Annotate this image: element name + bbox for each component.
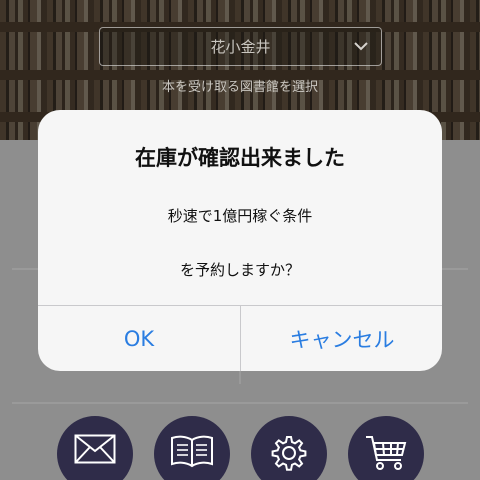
mail-icon [74, 434, 116, 464]
divider [12, 402, 468, 404]
ok-button[interactable]: OK [38, 306, 240, 371]
divider [239, 370, 241, 384]
alert-message-line1: 秒速で1億円稼ぐ条件 [167, 207, 313, 225]
mail-button[interactable] [57, 416, 133, 480]
gear-icon [271, 436, 307, 471]
library-select-hint: 本を受け取る図書館を選択 [161, 80, 318, 95]
reservation-alert: 在庫が確認出来ました 秒速で1億円稼ぐ条件 を予約しますか？ OK キャンセル [38, 110, 442, 371]
chevron-down-icon [354, 42, 368, 51]
book-icon [171, 435, 213, 468]
cart-button[interactable] [348, 416, 424, 480]
settings-button[interactable] [251, 416, 327, 480]
cart-icon [366, 436, 407, 470]
library-select-value: 花小金井 [210, 38, 271, 56]
library-select[interactable]: 花小金井 [99, 27, 382, 66]
cancel-button[interactable]: キャンセル [241, 306, 442, 371]
alert-title: 在庫が確認出来ました [135, 146, 345, 170]
book-button[interactable] [154, 416, 230, 480]
alert-message-line2: を予約しますか？ [179, 261, 300, 279]
